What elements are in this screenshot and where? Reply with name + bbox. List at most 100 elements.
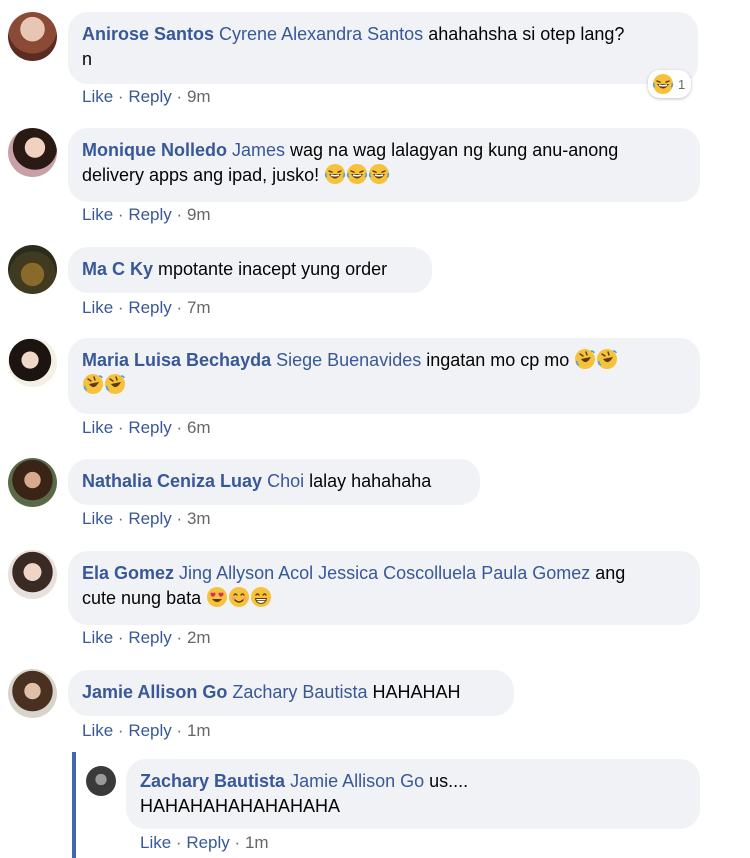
reply-thread-line [72, 752, 76, 858]
reply-button[interactable]: Reply [128, 628, 171, 647]
like-button[interactable]: Like [82, 205, 113, 224]
avatar[interactable] [8, 128, 57, 177]
rolling-laughing-emoji-icon [574, 348, 596, 370]
grinning-emoji-icon [250, 586, 272, 608]
reply-button[interactable]: Reply [186, 833, 229, 852]
comment-text: ingatan mo cp mo [426, 350, 570, 370]
avatar[interactable] [86, 766, 116, 796]
separator: · [117, 721, 124, 740]
avatar[interactable] [8, 338, 57, 387]
heart-eyes-emoji-icon [206, 586, 228, 608]
comment-bubble: Ma C Ky mpotante inacept yung order [68, 247, 432, 293]
tagged-user[interactable]: Jamie Allison Go [290, 771, 424, 791]
comment-bubble: Ela Gomez Jing Allyson Acol Jessica Cosc… [68, 551, 700, 625]
reaction-count: 1 [678, 76, 686, 92]
reply-button[interactable]: Reply [128, 418, 171, 437]
laughing-reaction-icon [652, 73, 674, 95]
comment-text: ang [595, 563, 626, 583]
comment-text: wag na wag lalagyan ng kung anu-anong [290, 140, 619, 160]
separator: · [176, 298, 183, 317]
like-button[interactable]: Like [82, 509, 113, 528]
separator: · [234, 833, 241, 852]
comment-bubble: Monique Nolledo James wag na wag lalagya… [68, 128, 700, 202]
comment-text-line2: HAHAHAHAHAHAHAHA [140, 796, 341, 816]
separator: · [117, 509, 124, 528]
comment-author[interactable]: Zachary Bautista [140, 771, 285, 791]
avatar[interactable] [8, 245, 57, 294]
comment-author[interactable]: Anirose Santos [82, 24, 214, 44]
tagged-user[interactable]: Choi [267, 471, 304, 491]
comment-actions: Like · Reply · 9m [82, 87, 211, 107]
separator: · [176, 721, 183, 740]
comment-text-line2: delivery apps ang ipad, jusko! [82, 165, 320, 185]
comment-author[interactable]: Maria Luisa Bechayda [82, 350, 271, 370]
timestamp[interactable]: 7m [187, 298, 211, 317]
tagged-user[interactable]: Siege Buenavides [276, 350, 421, 370]
rolling-laughing-emoji-icon [82, 373, 104, 395]
tagged-user[interactable]: Jing Allyson Acol Jessica Coscolluela Pa… [179, 563, 590, 583]
reply-button[interactable]: Reply [128, 721, 171, 740]
like-button[interactable]: Like [140, 833, 171, 852]
comment-author[interactable]: Nathalia Ceniza Luay [82, 471, 262, 491]
like-button[interactable]: Like [82, 418, 113, 437]
like-button[interactable]: Like [82, 87, 113, 106]
reaction-summary[interactable]: 1 [648, 70, 692, 98]
comment-actions: Like · Reply · 7m [82, 298, 211, 318]
timestamp[interactable]: 9m [187, 205, 211, 224]
like-button[interactable]: Like [82, 628, 113, 647]
avatar[interactable] [8, 669, 57, 718]
reply-button[interactable]: Reply [128, 509, 171, 528]
tagged-user[interactable]: Cyrene Alexandra Santos [219, 24, 423, 44]
comment-text: us.... [429, 771, 469, 791]
comment-actions: Like · Reply · 6m [82, 418, 211, 438]
timestamp[interactable]: 2m [187, 628, 211, 647]
separator: · [117, 205, 124, 224]
like-button[interactable]: Like [82, 721, 113, 740]
tagged-user[interactable]: Zachary Bautista [232, 682, 367, 702]
separator: · [117, 87, 124, 106]
separator: · [176, 509, 183, 528]
laughing-emoji-icon [324, 163, 346, 185]
timestamp[interactable]: 1m [245, 833, 269, 852]
comment-text: mpotante inacept yung order [158, 259, 388, 279]
separator: · [117, 628, 124, 647]
comment-text: HAHAHAH [372, 682, 461, 702]
comment-bubble: Nathalia Ceniza Luay Choi lalay hahahaha [68, 459, 480, 505]
comment-bubble: Zachary Bautista Jamie Allison Go us....… [126, 759, 700, 829]
comment-text-line2: cute nung bata [82, 588, 202, 608]
like-button[interactable]: Like [82, 298, 113, 317]
reply-button[interactable]: Reply [128, 298, 171, 317]
laughing-emoji-icon [346, 163, 368, 185]
comment-author[interactable]: Jamie Allison Go [82, 682, 227, 702]
comment-text: lalay hahahaha [309, 471, 432, 491]
separator: · [176, 205, 183, 224]
comment-bubble: Jamie Allison Go Zachary Bautista HAHAHA… [68, 670, 514, 716]
comment-actions: Like · Reply · 1m [140, 833, 269, 853]
separator: · [117, 298, 124, 317]
avatar[interactable] [8, 458, 57, 507]
rolling-laughing-emoji-icon [104, 373, 126, 395]
separator: · [176, 628, 183, 647]
comment-text: ahahahsha si otep lang? [428, 24, 625, 44]
avatar[interactable] [8, 12, 57, 61]
comment-actions: Like · Reply · 2m [82, 628, 211, 648]
timestamp[interactable]: 9m [187, 87, 211, 106]
comment-author[interactable]: Monique Nolledo [82, 140, 227, 160]
comment-actions: Like · Reply · 3m [82, 509, 211, 529]
timestamp[interactable]: 3m [187, 509, 211, 528]
comment-bubble: Anirose Santos Cyrene Alexandra Santos a… [68, 12, 698, 84]
rolling-laughing-emoji-icon [596, 348, 618, 370]
avatar[interactable] [8, 550, 57, 599]
reply-button[interactable]: Reply [128, 87, 171, 106]
laughing-emoji-icon [368, 163, 390, 185]
timestamp[interactable]: 6m [187, 418, 211, 437]
tagged-user[interactable]: James [232, 140, 285, 160]
comment-text-line2: n [82, 49, 93, 69]
separator: · [176, 418, 183, 437]
comment-author[interactable]: Ma C Ky [82, 259, 153, 279]
timestamp[interactable]: 1m [187, 721, 211, 740]
comment-author[interactable]: Ela Gomez [82, 563, 174, 583]
smiling-emoji-icon [228, 586, 250, 608]
reply-button[interactable]: Reply [128, 205, 171, 224]
separator: · [175, 833, 182, 852]
